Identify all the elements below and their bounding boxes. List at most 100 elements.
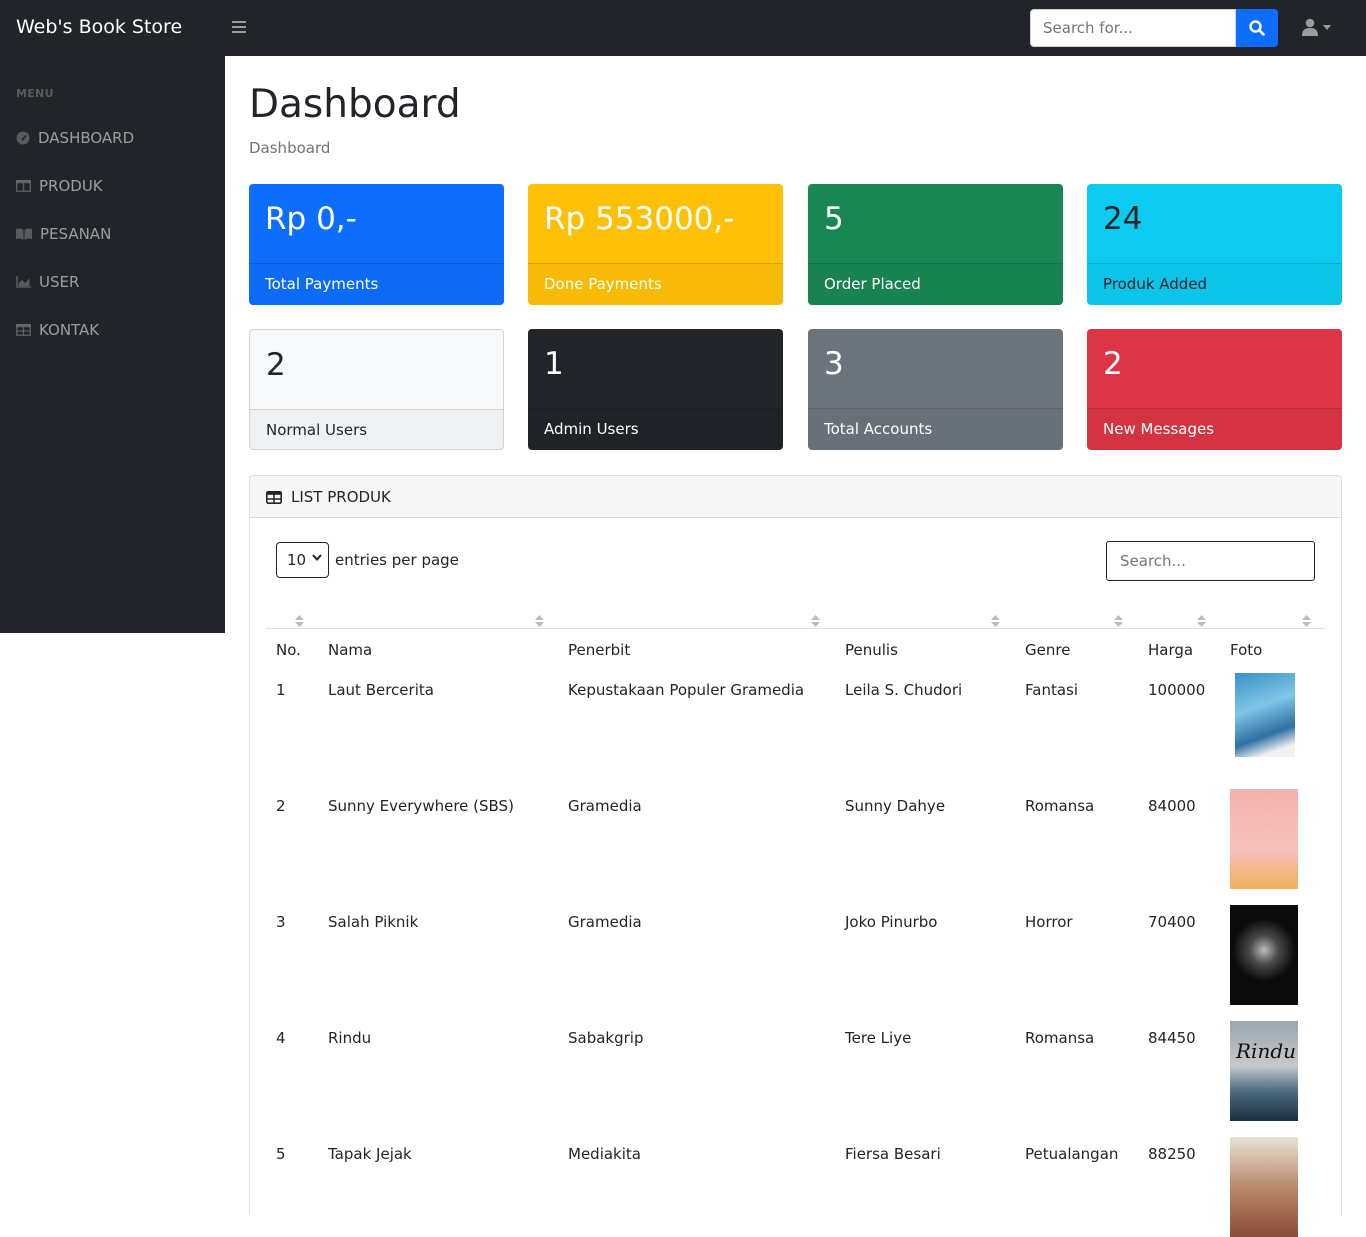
cell-harga: 70400 [1148,913,1196,931]
cell-genre: Petualangan [1025,1145,1119,1163]
cell-penerbit: Mediakita [568,1145,641,1163]
stat-value: 24 [1103,201,1143,237]
sort-arrows-icon[interactable] [1302,612,1311,631]
cell-penerbit: Gramedia [568,797,642,815]
cell-no: 5 [276,1145,286,1163]
sort-arrows-icon[interactable] [1114,612,1123,631]
column-header-genre[interactable]: Genre [1025,641,1070,659]
cell-penerbit: Kepustakaan Populer Gramedia [568,681,805,699]
stat-card[interactable]: Rp 0,- Total Payments [249,184,504,305]
column-header-penerbit[interactable]: Penerbit [568,641,630,659]
sort-indicator-row [266,607,1325,629]
sidebar-item-user[interactable]: USER [16,273,79,291]
sidebar-item-label: PESANAN [40,225,112,243]
table-search-input[interactable] [1106,541,1315,581]
column-header-nama[interactable]: Nama [328,641,372,659]
cell-nama: Rindu [328,1029,372,1047]
chevron-down-icon [312,554,322,561]
sidebar-item-label: KONTAK [39,321,100,339]
brand-logo[interactable]: Web's Book Store [16,16,182,38]
column-header-no[interactable]: No. [276,641,301,659]
caret-down-icon [1323,24,1331,30]
stat-card[interactable]: Rp 553000,- Done Payments [528,184,783,305]
stat-label: Order Placed [824,275,921,293]
stat-card[interactable]: 24 Produk Added [1087,184,1342,305]
sort-arrows-icon[interactable] [535,612,544,631]
stat-value: 2 [1103,346,1123,382]
stat-label: Total Accounts [824,420,933,438]
stat-label: Normal Users [266,421,368,439]
stat-card[interactable]: 1 Admin Users [528,329,783,450]
stat-footer: Order Placed [808,263,1063,305]
entries-per-page-select[interactable]: 10 [276,542,329,578]
user-dropdown[interactable] [1302,18,1331,36]
stat-card[interactable]: 2 Normal Users [249,329,504,450]
stat-footer: Admin Users [528,408,783,450]
sidebar: MENU DASHBOARD PRODUK PESANAN USER KONTA… [0,56,225,633]
table-card-header: LIST PRODUK [250,476,1341,518]
stat-label: Done Payments [544,275,662,293]
sort-arrows-icon[interactable] [991,612,1000,631]
cell-genre: Horror [1025,913,1073,931]
cell-penerbit: Gramedia [568,913,642,931]
stat-value: 1 [544,346,564,382]
sort-arrows-icon[interactable] [295,612,304,631]
sidebar-item-label: USER [39,273,80,291]
book-cover-image [1235,673,1295,757]
cell-nama: Salah Piknik [328,913,419,931]
stat-card[interactable]: 3 Total Accounts [808,329,1063,450]
column-header-penulis[interactable]: Penulis [845,641,898,659]
book-cover-image [1230,1137,1298,1237]
cell-harga: 84000 [1148,797,1196,815]
table-card-title: LIST PRODUK [291,488,391,506]
cell-genre: Romansa [1025,797,1095,815]
sidebar-item-produk[interactable]: PRODUK [16,177,103,195]
cell-no: 4 [276,1029,286,1047]
navbar-search-button[interactable] [1236,9,1278,47]
sidebar-item-label: DASHBOARD [38,129,135,147]
navbar-search-input[interactable] [1030,9,1236,47]
sidebar-item-pesanan[interactable]: PESANAN [16,225,111,243]
column-header-harga[interactable]: Harga [1148,641,1193,659]
sort-arrows-icon[interactable] [811,612,820,631]
dashboard-icon [16,131,30,145]
stat-value: Rp 553000,- [544,201,735,237]
column-header-foto[interactable]: Foto [1230,641,1262,659]
book-cover-image [1230,905,1298,1005]
user-icon [1302,18,1318,36]
stat-footer: Produk Added [1087,263,1342,305]
entries-value: 10 [287,551,307,569]
produk-table-card: LIST PRODUK 10 entries per page No. Nama… [249,475,1342,1237]
stat-value: 5 [824,201,844,237]
breadcrumb: Dashboard [249,139,331,157]
book-open-icon [16,228,32,240]
columns-icon [16,180,31,192]
stat-card[interactable]: 5 Order Placed [808,184,1063,305]
stat-label: Produk Added [1103,275,1208,293]
table-icon [266,489,282,508]
cell-penerbit: Sabakgrip [568,1029,644,1047]
cell-no: 2 [276,797,286,815]
sidebar-item-kontak[interactable]: KONTAK [16,321,99,339]
sidebar-toggle-icon[interactable] [232,17,246,38]
sidebar-item-label: PRODUK [39,177,103,195]
cell-nama: Tapak Jejak [328,1145,412,1163]
cover-title-text: Rindu [1236,1039,1297,1063]
sidebar-item-dashboard[interactable]: DASHBOARD [16,129,134,147]
cell-no: 3 [276,913,286,931]
cell-penulis: Leila S. Chudori [845,681,963,699]
cell-genre: Romansa [1025,1029,1095,1047]
area-chart-icon [16,276,31,288]
page-title: Dashboard [249,82,461,127]
entries-label: entries per page [335,551,459,569]
stat-card[interactable]: 2 New Messages [1087,329,1342,450]
stat-value: 2 [266,347,286,383]
stat-label: Total Payments [265,275,379,293]
sidebar-heading: MENU [16,87,54,100]
search-icon [1249,20,1265,36]
cell-nama: Sunny Everywhere (SBS) [328,797,514,815]
stat-value: Rp 0,- [265,201,357,237]
cell-no: 1 [276,681,286,699]
cell-genre: Fantasi [1025,681,1079,699]
sort-arrows-icon[interactable] [1197,612,1206,631]
